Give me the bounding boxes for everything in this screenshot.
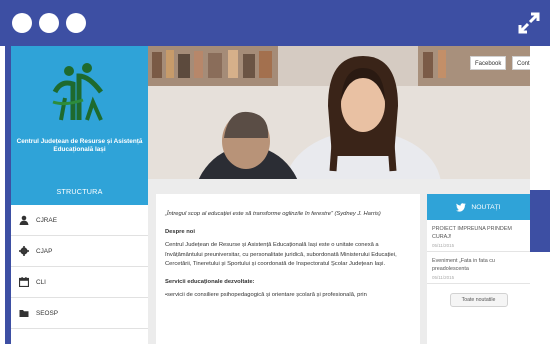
news-item-date: 05/11/2015 [432,243,455,248]
services-text: •servicii de consiliere psihopedagogică … [165,292,367,298]
sidebar-item-label: CLI [36,278,46,286]
sidebar-item-label: SEOSP [36,309,59,317]
logo-text: Centrul Județean de Resurse și Asistență… [16,138,143,153]
sidebar-item-seosp[interactable]: SEOSP [11,298,148,329]
news-item-date: 05/11/2015 [432,275,455,280]
gear-icon [19,246,29,256]
right-accent-block [530,190,550,252]
services-heading: Servicii educaționale dezvoltate: [165,278,255,285]
news-panel: NOUTAȚI PROIECT IMPREUNA PRINDEM CURAJ! … [427,194,530,344]
all-news-button[interactable]: Toate noutatile [449,293,508,307]
main-content: „Întregul scop al educației este să tran… [156,194,420,344]
user-icon [19,215,29,225]
hero-banner: Facebook Cont [148,46,530,179]
news-item[interactable]: Eveniment „Fata in fata cu preadolescent… [427,252,530,284]
sidebar-title: STRUCTURA [11,179,148,205]
sidebar-item-label: CJRAE [36,216,57,224]
news-item[interactable]: PROIECT IMPREUNA PRINDEM CURAJ! 05/11/20… [427,220,530,252]
sidebar-item-cli[interactable]: CLI [11,267,148,298]
sidebar-item-cjap[interactable]: CJAP [11,236,148,267]
window-dot-2[interactable] [39,13,59,33]
children-figures-logo [52,63,103,121]
news-item-title: PROIECT IMPREUNA PRINDEM CURAJ! [432,226,512,240]
calendar-icon [19,277,29,287]
folder-icon [19,310,29,317]
sidebar-item-label: CJAP [36,247,53,255]
about-text: Centrul Județean de Resurse și Asistență… [165,242,397,267]
news-title: NOUTAȚI [471,203,501,211]
window-controls [12,13,86,33]
website-page: Centrul Județean de Resurse și Asistență… [11,46,530,344]
sidebar-item-cjrae[interactable]: CJRAE [11,205,148,236]
screenshot-frame: Centrul Județean de Resurse și Asistență… [0,0,550,344]
about-heading: Despre noi [165,228,195,235]
news-item-title: Eveniment „Fata in fata cu preadolescent… [432,258,495,272]
twitter-bird-icon [456,202,467,212]
window-dot-1[interactable] [12,13,32,33]
site-logo[interactable]: Centrul Județean de Resurse și Asistență… [11,46,148,179]
window-dot-3[interactable] [66,13,86,33]
expand-arrows-icon[interactable] [517,11,541,35]
motto-quote: „Întregul scop al educației este să tran… [165,211,381,217]
title-bar [0,0,550,46]
news-header: NOUTAȚI [427,194,530,220]
account-link[interactable]: Cont [512,56,530,70]
facebook-link[interactable]: Facebook [470,56,507,70]
structure-sidebar: STRUCTURA CJRAE CJAP CLI SEOSP [11,179,148,344]
